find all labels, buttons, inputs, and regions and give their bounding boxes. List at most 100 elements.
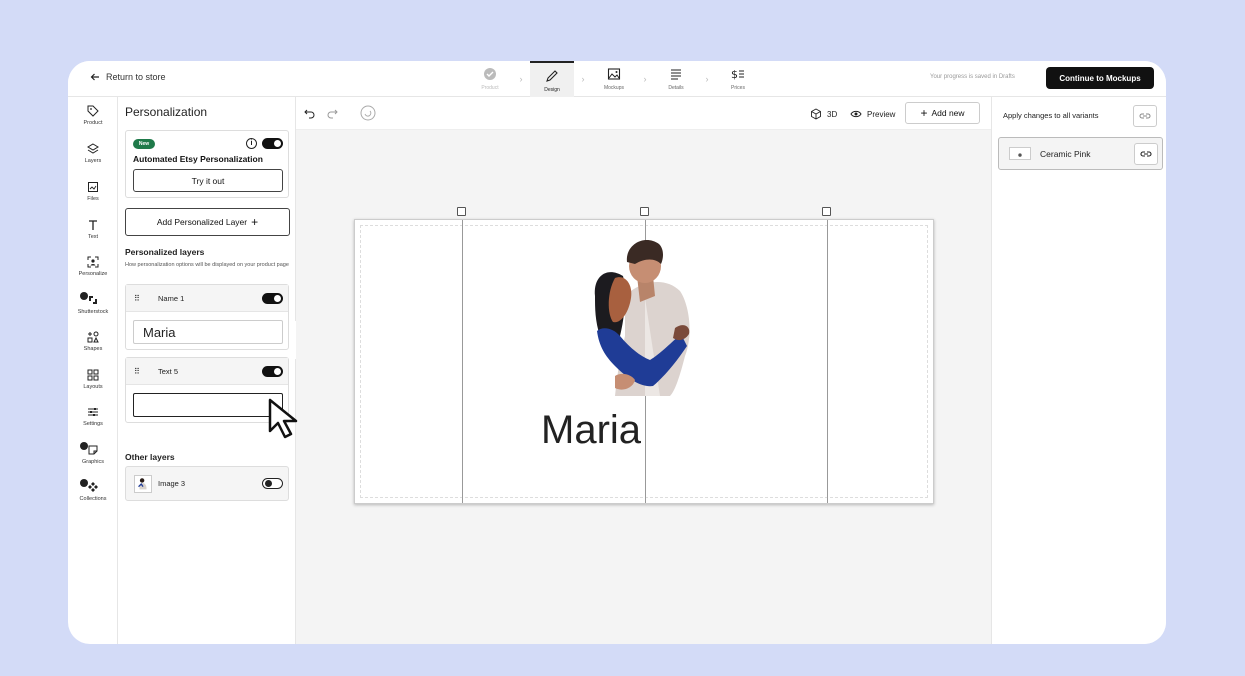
image-layer-thumbnail [134, 475, 152, 493]
personalized-layers-description: How personalization options will be disp… [125, 262, 289, 268]
add-personalized-layer-label: Add Personalized Layer [156, 217, 248, 227]
step-product-label: Product [481, 85, 499, 91]
collections-icon [88, 482, 98, 492]
step-details[interactable]: Details [654, 61, 698, 97]
apply-to-all-label: Apply changes to all variants [1003, 111, 1099, 120]
tool-rail: Product Layers Files Text Personalize Sh… [68, 97, 118, 644]
automated-personalization-title: Automated Etsy Personalization [133, 154, 263, 164]
arrow-left-icon [90, 73, 99, 81]
3d-label: 3D [827, 109, 838, 119]
variants-panel: Apply changes to all variants Ceramic Pi… [991, 97, 1166, 644]
rail-item-label: Graphics [81, 459, 104, 465]
dollar-list-icon: $ [731, 68, 744, 81]
sliders-icon [88, 408, 98, 416]
rail-item-label: Product [83, 120, 103, 126]
preview-button[interactable]: Preview [850, 108, 895, 120]
rail-item-settings[interactable]: Settings [68, 406, 118, 427]
3d-view-button[interactable]: 3D [810, 108, 837, 120]
rail-item-label: Text [87, 234, 99, 240]
automated-personalization-toggle[interactable] [262, 138, 283, 149]
rail-item-layouts[interactable]: Layouts [68, 369, 118, 390]
shapes-icon [87, 331, 99, 343]
rail-item-label: Files [87, 196, 99, 202]
personalized-layers-heading: Personalized layers [125, 247, 205, 257]
undo-icon [304, 109, 315, 119]
layer-name: Name 1 [158, 294, 185, 303]
new-dot-badge [80, 292, 88, 300]
chevron-right-icon: › [643, 74, 647, 84]
layouts-icon [87, 369, 99, 381]
chevron-right-icon: › [519, 74, 523, 84]
rail-item-graphics[interactable]: Graphics [68, 442, 118, 465]
layer-toggle[interactable] [262, 366, 283, 377]
layer-text-input[interactable] [133, 393, 283, 417]
rail-item-collections[interactable]: Collections [68, 479, 118, 502]
rail-item-label: Collections [79, 496, 107, 502]
add-personalized-layer-button[interactable]: Add Personalized Layer + [125, 208, 290, 236]
guide-line [462, 220, 463, 503]
step-design-label: Design [544, 87, 560, 93]
top-bar: Return to store Product › Design › Mocku… [68, 61, 1166, 97]
rail-item-files[interactable]: Files [68, 181, 118, 202]
step-prices[interactable]: $ Prices [716, 61, 760, 97]
rail-item-text[interactable]: Text [68, 219, 118, 240]
layer-toggle[interactable] [262, 293, 283, 304]
return-to-store-link[interactable]: Return to store [90, 72, 166, 82]
rail-item-label: Layers [84, 158, 102, 164]
variant-row-ceramic-pink[interactable]: Ceramic Pink [998, 137, 1163, 170]
redo-button[interactable] [326, 107, 338, 119]
variant-link-button[interactable] [1134, 143, 1158, 165]
chevron-right-icon: › [705, 74, 709, 84]
eye-icon [850, 110, 862, 118]
layer-name: Image 3 [158, 479, 186, 488]
pencil-icon [546, 70, 558, 82]
rail-item-shutterstock[interactable]: Shutterstock [68, 292, 118, 315]
rail-item-layers[interactable]: Layers [68, 143, 118, 164]
canvas-toolbar: 3D Preview + Add new [296, 97, 991, 130]
shutterstock-icon [89, 296, 97, 304]
rail-item-shapes[interactable]: Shapes [68, 331, 118, 352]
apply-to-all-link-button[interactable] [1133, 105, 1157, 127]
files-icon [88, 182, 98, 192]
undo-button[interactable] [304, 107, 316, 119]
layer-card-text-5: ⠿ Text 5 [125, 357, 289, 423]
continue-to-mockups-button[interactable]: Continue to Mockups [1046, 67, 1154, 89]
layer-header: ⠿ Name 1 [126, 285, 288, 312]
mug-thumbnail-icon [1018, 153, 1022, 157]
mouse-cursor-icon [268, 398, 298, 439]
try-it-out-button[interactable]: Try it out [133, 169, 283, 192]
new-dot-badge [80, 479, 88, 487]
plus-icon: + [251, 215, 259, 229]
link-icon [1140, 151, 1152, 157]
drag-handle-icon[interactable]: ⠿ [134, 294, 140, 303]
add-new-label: Add new [931, 108, 965, 118]
rail-item-personalize[interactable]: Personalize [68, 256, 118, 277]
canvas-text-layer[interactable]: Maria [541, 408, 641, 453]
drag-handle-icon[interactable]: ⠿ [134, 367, 140, 376]
layer-toggle[interactable] [262, 478, 283, 489]
image-icon [607, 68, 621, 80]
automated-personalization-card: New i Automated Etsy Personalization Try… [125, 130, 289, 198]
add-new-button[interactable]: + Add new [905, 102, 980, 124]
variant-name: Ceramic Pink [1040, 149, 1091, 159]
rail-item-product[interactable]: Product [68, 105, 118, 126]
preview-label: Preview [867, 109, 896, 119]
layer-card-image-3: Image 3 [125, 466, 289, 501]
info-icon[interactable]: i [246, 138, 257, 149]
mug-handle-right-icon [822, 207, 831, 216]
link-icon [1139, 113, 1151, 119]
step-mockups[interactable]: Mockups [592, 61, 636, 97]
print-area[interactable]: Maria [354, 207, 934, 504]
saved-status: Your progress is saved in Drafts [930, 74, 1015, 80]
redo-icon [327, 109, 338, 119]
rail-item-label: Personalize [78, 271, 108, 277]
personalize-icon [87, 256, 99, 268]
layer-text-input[interactable]: Maria [133, 320, 283, 344]
step-design[interactable]: Design [530, 61, 574, 97]
rotate-button[interactable] [360, 105, 376, 121]
couple-illustration[interactable] [585, 236, 703, 396]
step-product[interactable]: Product [468, 61, 512, 97]
layer-header: ⠿ Text 5 [126, 358, 288, 385]
layer-name: Text 5 [158, 367, 179, 376]
chevron-right-icon: › [581, 74, 585, 84]
